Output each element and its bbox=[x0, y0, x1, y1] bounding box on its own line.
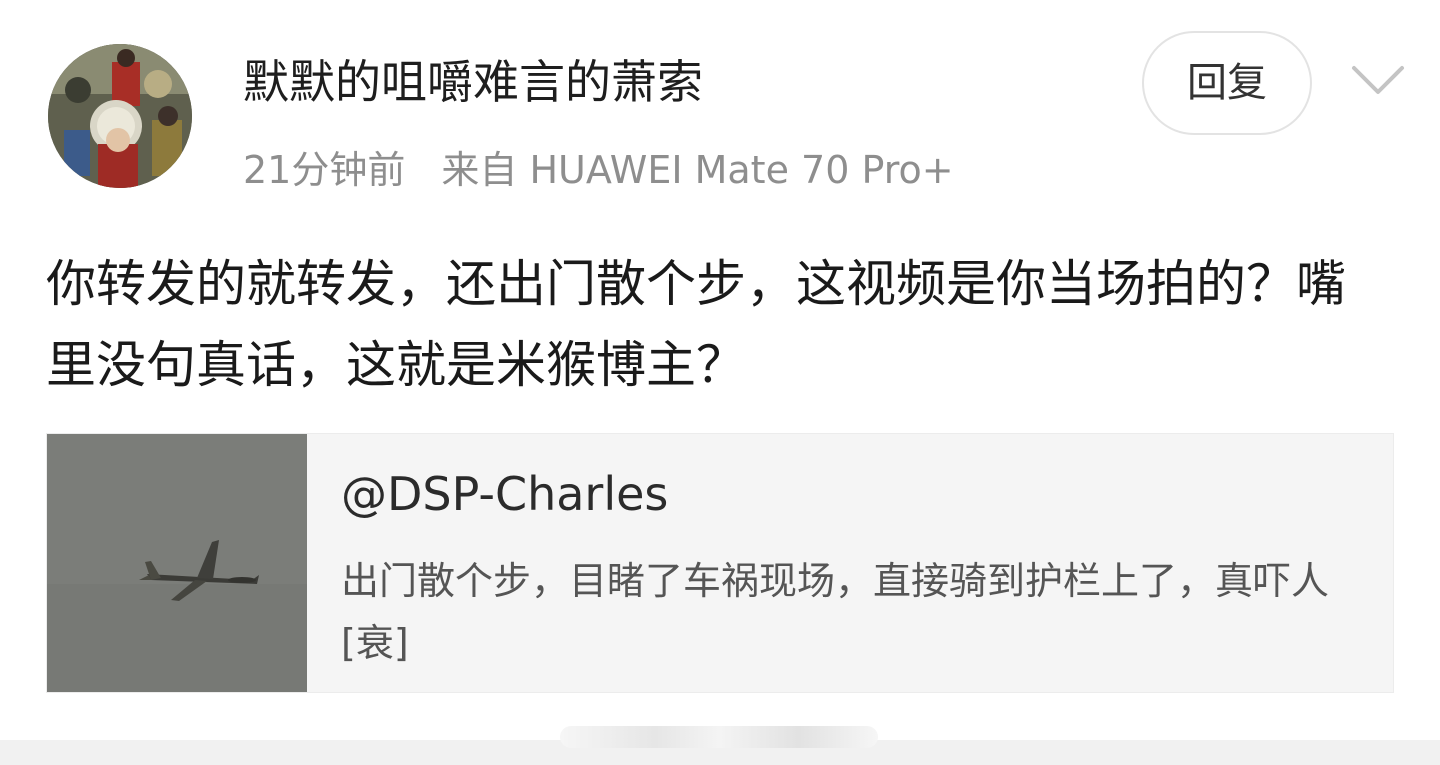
comment-source: 来自 HUAWEI Mate 70 Pro+ bbox=[441, 148, 954, 192]
scroll-indicator bbox=[560, 726, 878, 748]
airplane-thumbnail-icon[interactable] bbox=[47, 434, 307, 692]
username[interactable]: 默默的咀嚼难言的萧索 bbox=[243, 50, 703, 114]
quoted-text: 出门散个步，目睹了车祸现场，直接骑到护栏上了，真吓人[衰] bbox=[341, 559, 1330, 665]
comment-meta: 21分钟前 来自 HUAWEI Mate 70 Pro+ bbox=[243, 144, 954, 196]
comment-page: 默默的咀嚼难言的萧索 21分钟前 来自 HUAWEI Mate 70 Pro+ 回… bbox=[0, 0, 1440, 765]
chevron-down-icon[interactable] bbox=[1346, 58, 1410, 102]
quoted-post-card[interactable]: @DSP-Charles 出门散个步，目睹了车祸现场，直接骑到护栏上了，真吓人[… bbox=[46, 433, 1394, 693]
comment-time: 21分钟前 bbox=[243, 148, 406, 192]
reply-button[interactable]: 回复 bbox=[1142, 31, 1312, 135]
comment-text: 你转发的就转发，还出门散个步，这视频是你当场拍的？嘴里没句真话，这就是米猴博主？ bbox=[46, 255, 1346, 394]
quoted-author[interactable]: @DSP-Charles bbox=[341, 464, 668, 524]
user-avatar-icon[interactable] bbox=[48, 44, 192, 188]
